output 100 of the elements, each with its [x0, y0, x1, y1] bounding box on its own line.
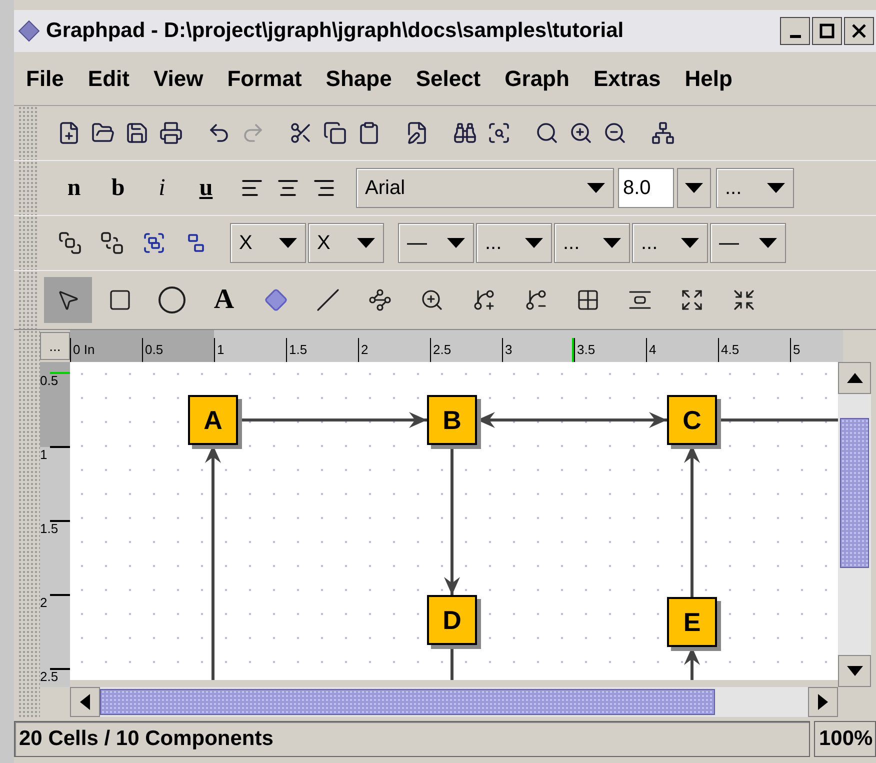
maximize-icon: [819, 23, 835, 39]
ruler-label: 1.5: [289, 342, 308, 357]
ruler-label: 3: [505, 342, 512, 357]
menu-item[interactable]: Select: [406, 62, 491, 95]
grid-icon: [576, 288, 600, 312]
up-arrow-icon: [846, 373, 862, 383]
horizontal-scrollbar[interactable]: [70, 687, 838, 717]
dropdown-arrow-icon: [279, 238, 297, 248]
menu-item[interactable]: Graph: [494, 62, 580, 95]
add-node-icon: [472, 288, 496, 312]
group-icon: [142, 231, 166, 255]
menu-item[interactable]: View: [143, 62, 214, 95]
zoom-in-icon: [569, 121, 593, 145]
copy-icon: [323, 121, 347, 145]
folder-icon: [91, 121, 115, 145]
pencil-document-icon: [405, 121, 429, 145]
font-size-field[interactable]: 8.0: [618, 168, 674, 208]
clipboard-icon: [357, 121, 381, 145]
scissors-icon: [289, 121, 313, 145]
menu-item[interactable]: Shape: [316, 62, 402, 95]
collapse-icon: [732, 288, 756, 312]
binoculars-icon: [453, 121, 477, 145]
ruler-corner-button[interactable]: ...: [40, 332, 70, 360]
line-style-dropdown[interactable]: —: [710, 223, 786, 263]
menu-item[interactable]: Extras: [583, 62, 671, 95]
dropdown-arrow-icon: [681, 238, 699, 248]
redo-icon: [241, 121, 265, 145]
font-dropdown[interactable]: Arial: [356, 168, 614, 208]
minimize-button[interactable]: [780, 17, 810, 45]
connector-icon: [368, 288, 392, 312]
font-size-dropdown[interactable]: [677, 168, 711, 208]
menu-item[interactable]: Format: [217, 62, 312, 95]
line-style-dropdown[interactable]: ...: [554, 223, 630, 263]
pointer-icon: [56, 288, 80, 312]
ruler-label: 0.5: [40, 374, 60, 387]
ruler-label: 5: [793, 342, 800, 357]
toolbar-grip[interactable]: [18, 161, 38, 215]
dropdown-arrow-icon: [525, 238, 543, 248]
arrow-style-dropdown[interactable]: X: [230, 223, 306, 263]
magnifier-icon: [535, 121, 559, 145]
dropdown-arrow-icon: [357, 238, 375, 248]
new-file-icon: [57, 121, 81, 145]
menu-item[interactable]: Edit: [78, 62, 140, 95]
dropdown-arrow-icon: [587, 183, 605, 193]
down-arrow-icon: [846, 666, 862, 676]
menu-item[interactable]: File: [16, 62, 74, 95]
status-text: 20 Cells / 10 Components: [14, 721, 810, 757]
diamond-icon: [18, 20, 40, 42]
diamond-icon: [264, 288, 288, 312]
line-style-dropdown[interactable]: ...: [476, 223, 552, 263]
close-button[interactable]: [844, 17, 874, 45]
vertical-scrollbar[interactable]: [838, 362, 871, 687]
ruler-label: 0 In: [73, 342, 95, 357]
bold-button[interactable]: b: [96, 170, 140, 206]
ruler-label: 2: [40, 596, 48, 609]
ruler-label: 1: [217, 342, 224, 357]
to-back-icon: [100, 231, 124, 255]
minimize-icon: [790, 34, 800, 38]
distribute-icon: [628, 288, 652, 312]
normal-button[interactable]: n: [52, 170, 96, 206]
menu-item[interactable]: Help: [674, 62, 742, 95]
close-icon: [851, 23, 867, 39]
underline-button[interactable]: u: [184, 170, 228, 206]
line-icon: [316, 288, 340, 312]
maximize-button[interactable]: [812, 17, 842, 45]
toolbar-grip[interactable]: [18, 271, 38, 329]
ruler-label: 0.5: [145, 342, 164, 357]
ruler-label: 2.5: [40, 670, 60, 683]
ruler-label: 1.5: [40, 522, 60, 535]
ruler-label: 1: [40, 448, 48, 461]
zoom-icon: [420, 288, 444, 312]
dropdown-arrow-icon: [759, 238, 777, 248]
line-style-dropdown[interactable]: —: [398, 223, 474, 263]
font-style-dropdown[interactable]: ...: [716, 168, 794, 208]
zoom-level: 100%: [814, 721, 876, 757]
text-tool[interactable]: A: [200, 277, 248, 323]
line-style-dropdown[interactable]: ...: [632, 223, 708, 263]
ellipse-icon: [157, 285, 187, 315]
dropdown-arrow-icon: [767, 183, 785, 193]
window-title: Graphpad - D:\project\jgraph\jgraph\docs\samples\tutorial: [46, 18, 624, 44]
undo-icon: [207, 121, 231, 145]
italic-button[interactable]: i: [140, 170, 184, 206]
rectangle-icon: [108, 288, 132, 312]
ruler-label: 4: [649, 342, 656, 357]
ruler-label: 4.5: [721, 342, 740, 357]
select-tool[interactable]: [44, 277, 92, 323]
dropdown-arrow-icon: [447, 238, 465, 248]
left-arrow-icon: [80, 694, 90, 710]
to-front-icon: [58, 231, 82, 255]
ruler-label: 2.5: [433, 342, 452, 357]
graph-icon: [651, 121, 675, 145]
remove-node-icon: [524, 288, 548, 312]
toolbar-grip[interactable]: [18, 106, 38, 160]
arrow-style-dropdown[interactable]: X: [308, 223, 384, 263]
ruler-label: 2: [361, 342, 368, 357]
toolbar-grip[interactable]: [18, 216, 38, 270]
ruler-label: 3.5: [577, 342, 596, 357]
dropdown-arrow-icon: [603, 238, 621, 248]
printer-icon: [159, 121, 183, 145]
expand-icon: [680, 288, 704, 312]
